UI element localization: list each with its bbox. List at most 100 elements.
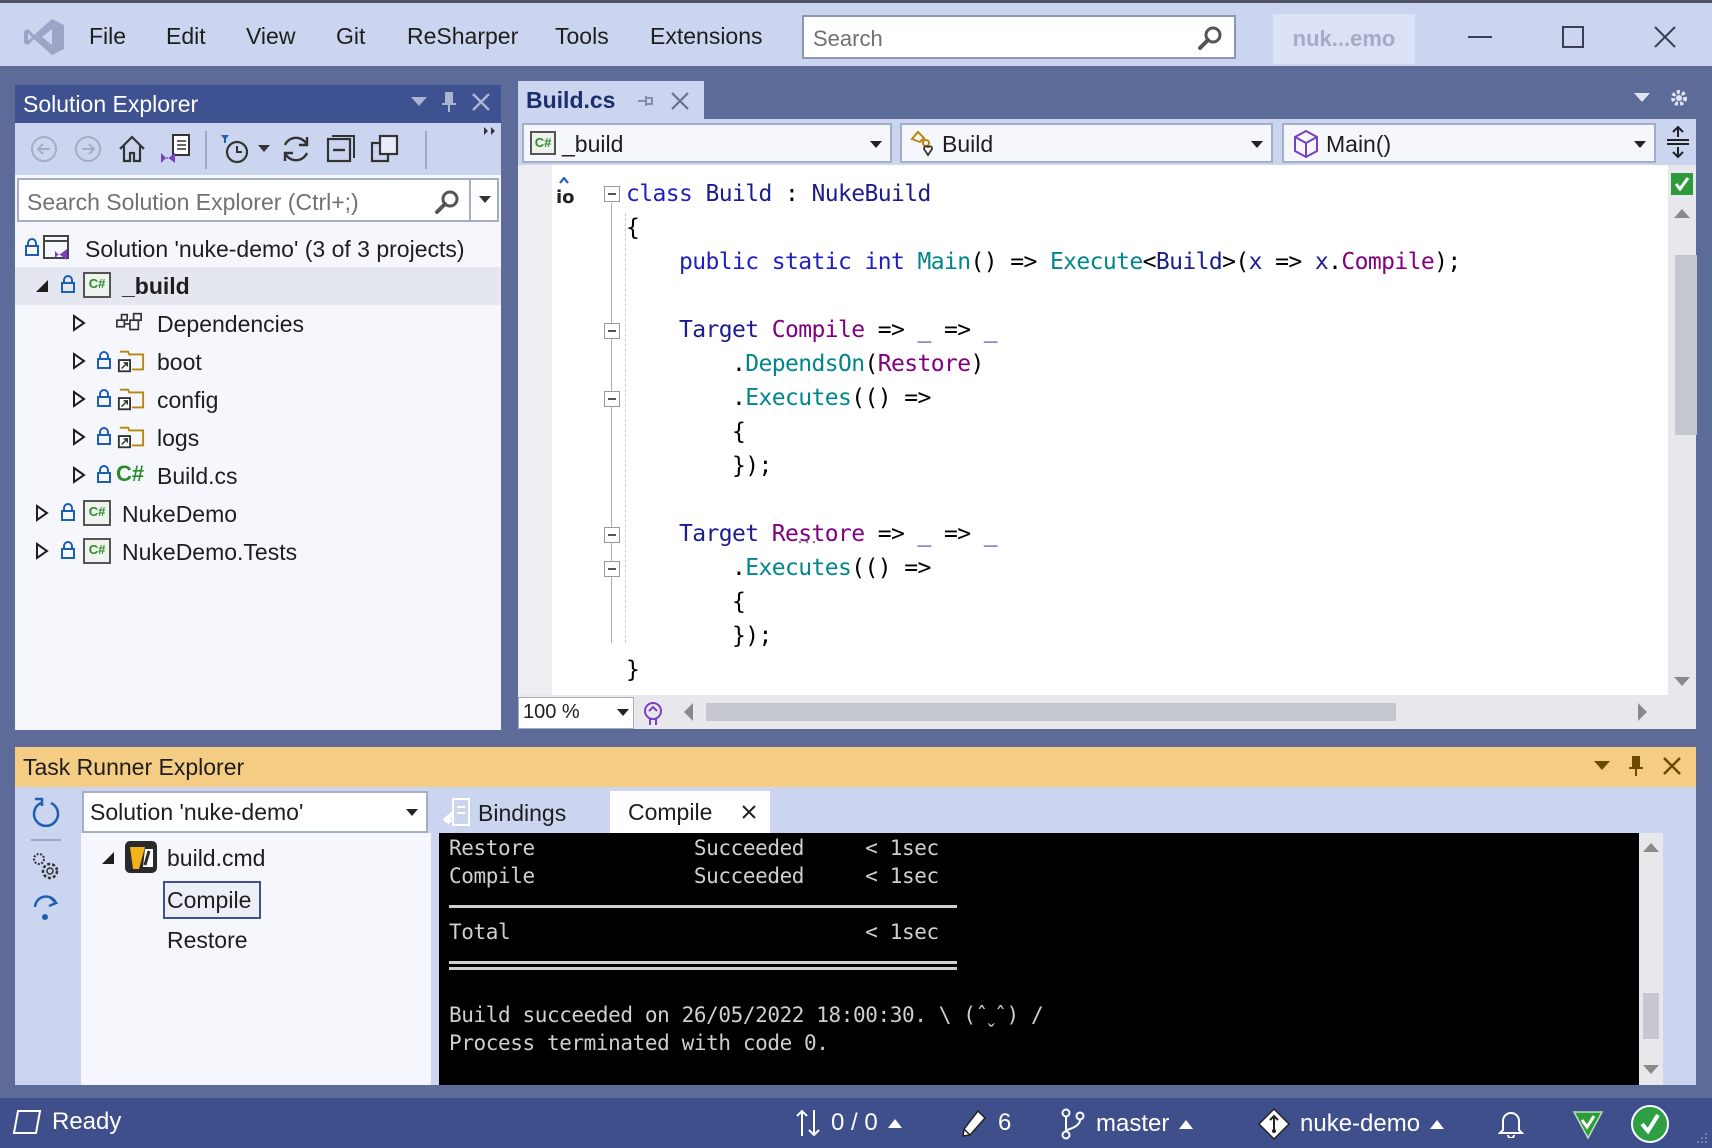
global-search-input[interactable]: Search	[802, 15, 1236, 59]
menu-view[interactable]: View	[246, 23, 295, 50]
tree-item-solution[interactable]: Solution 'nuke-demo' (3 of 3 projects)	[15, 230, 501, 268]
zoom-level-dropdown[interactable]: 100 %	[518, 697, 634, 729]
solution-select-dropdown[interactable]: Solution 'nuke-demo'	[82, 791, 428, 833]
tab-build-cs[interactable]: Build.cs	[518, 81, 704, 119]
build-success-indicator[interactable]	[1630, 1104, 1670, 1144]
forward-button[interactable]	[72, 133, 104, 165]
dropdown-arrow-icon[interactable]	[1594, 761, 1610, 771]
collapse-toggle-compile[interactable]	[604, 323, 620, 339]
scroll-down-icon[interactable]	[1674, 677, 1690, 687]
editor-vertical-scrollbar[interactable]	[1668, 165, 1697, 695]
close-tab-icon[interactable]	[670, 91, 690, 111]
back-button[interactable]	[28, 133, 60, 165]
task-item-restore[interactable]: Restore	[163, 921, 273, 959]
close-panel-icon[interactable]	[471, 92, 491, 112]
no-issues-check-icon[interactable]	[1671, 173, 1693, 195]
solution-explorer-search-input[interactable]: Search Solution Explorer (Ctrl+;)	[17, 178, 499, 222]
sync-status-button[interactable]: 0 / 0	[795, 1108, 902, 1138]
code-token: (() =>	[851, 555, 931, 581]
type-dropdown[interactable]: Build	[900, 123, 1273, 163]
split-window-icon[interactable]	[1666, 125, 1690, 159]
collapse-all-button[interactable]	[325, 133, 357, 165]
dropdown-arrow-icon[interactable]	[411, 97, 427, 107]
code-token: _	[917, 521, 931, 547]
branch-button[interactable]: master	[1060, 1108, 1194, 1140]
close-window-button[interactable]	[1642, 17, 1688, 57]
collapse-toggle-executes[interactable]	[604, 561, 620, 577]
switch-views-button[interactable]	[159, 133, 191, 165]
close-tab-icon[interactable]	[742, 805, 756, 819]
pin-icon[interactable]	[1628, 755, 1644, 777]
branch-name: master	[1096, 1110, 1170, 1137]
tree-item-build-project[interactable]: C# _build	[15, 267, 501, 305]
tab-list-dropdown-icon[interactable]	[1634, 93, 1650, 103]
menu-extensions[interactable]: Extensions	[650, 23, 763, 50]
tree-item-boot[interactable]: boot	[15, 343, 501, 381]
console-double-separator	[449, 961, 957, 964]
tree-item-nukedemo[interactable]: C# NukeDemo	[15, 495, 501, 533]
tab-bindings[interactable]: Bindings	[435, 791, 610, 833]
collapse-toggle-restore[interactable]	[604, 527, 620, 543]
tree-item-nukedemo-tests[interactable]: C# NukeDemo.Tests	[15, 533, 501, 571]
gear-icon[interactable]	[1668, 87, 1690, 109]
overflow-chevron-icon[interactable]	[483, 127, 497, 135]
repository-button[interactable]: nuke-demo	[1258, 1108, 1445, 1140]
sync-button[interactable]	[280, 133, 312, 165]
search-options-dropdown[interactable]	[469, 180, 497, 220]
scroll-down-icon[interactable]	[1643, 1065, 1659, 1075]
task-tree-root-build-cmd[interactable]: build.cmd	[81, 839, 431, 877]
scroll-up-icon[interactable]	[1643, 843, 1659, 853]
console-vertical-scrollbar[interactable]	[1639, 833, 1663, 1085]
codelens-inheritance-icon[interactable]: io	[554, 177, 584, 205]
pending-changes-filter-button[interactable]	[220, 133, 252, 165]
gears-icon[interactable]	[29, 849, 61, 883]
member-dropdown[interactable]: Main()	[1282, 123, 1656, 163]
tree-item-label: _build	[122, 273, 190, 299]
scroll-thumb[interactable]	[1675, 255, 1697, 435]
tree-item-dependencies[interactable]: Dependencies	[15, 305, 501, 343]
run-step-icon[interactable]	[31, 893, 61, 923]
collapse-toggle-executes[interactable]	[604, 391, 620, 407]
show-all-files-button[interactable]	[369, 133, 401, 165]
refresh-icon[interactable]	[31, 797, 61, 831]
scroll-right-icon[interactable]	[1638, 703, 1648, 721]
visual-studio-logo-icon[interactable]	[22, 17, 66, 57]
minimize-button[interactable]	[1457, 17, 1503, 57]
code-line: .DependsOn(Restore)	[626, 347, 984, 381]
tree-item-build-cs[interactable]: C# Build.cs	[15, 457, 501, 495]
resize-grip-icon[interactable]	[1696, 1132, 1708, 1144]
menu-tools[interactable]: Tools	[555, 23, 609, 50]
search-placeholder: Search	[813, 26, 883, 51]
scroll-thumb[interactable]	[1643, 993, 1659, 1039]
scroll-left-icon[interactable]	[684, 703, 694, 721]
navigation-bar: C# _build Build Main()	[518, 119, 1696, 165]
close-panel-icon[interactable]	[1662, 756, 1682, 776]
menu-edit[interactable]: Edit	[166, 23, 206, 50]
filter-dropdown-icon[interactable]	[258, 145, 270, 153]
menu-resharper[interactable]: ReSharper	[407, 23, 518, 50]
resharper-status-button[interactable]	[1572, 1108, 1604, 1140]
home-button[interactable]	[116, 133, 148, 165]
collapse-toggle-class[interactable]	[604, 186, 620, 202]
pin-icon[interactable]	[441, 91, 457, 113]
horizontal-scroll-thumb[interactable]	[706, 703, 1396, 721]
tree-item-logs[interactable]: logs	[15, 419, 501, 457]
tab-compile[interactable]: Compile	[610, 791, 770, 833]
resharper-assistant-icon[interactable]	[640, 699, 666, 727]
project-dropdown[interactable]: C# _build	[522, 123, 892, 163]
csharp-project-icon: C#	[83, 500, 111, 526]
maximize-button[interactable]	[1550, 17, 1596, 57]
code-text-area[interactable]: io class Build : NukeBuild { public stati…	[518, 165, 1668, 695]
task-item-compile[interactable]: Compile	[163, 881, 261, 919]
chevron-up-icon	[1179, 1119, 1194, 1129]
tree-item-config[interactable]: config	[15, 381, 501, 419]
notifications-button[interactable]	[1498, 1108, 1524, 1138]
suggestion-dots-icon[interactable]	[796, 539, 820, 545]
scroll-up-icon[interactable]	[1674, 209, 1690, 219]
menu-git[interactable]: Git	[336, 23, 365, 50]
pending-changes-button[interactable]: 6	[960, 1108, 1011, 1138]
task-output-console[interactable]: Restore Succeeded < 1sec Compile Succeed…	[439, 833, 1663, 1085]
menu-file[interactable]: File	[89, 23, 126, 50]
solution-title-badge[interactable]: nuk...emo	[1273, 14, 1415, 64]
pin-tab-icon[interactable]	[636, 93, 654, 109]
